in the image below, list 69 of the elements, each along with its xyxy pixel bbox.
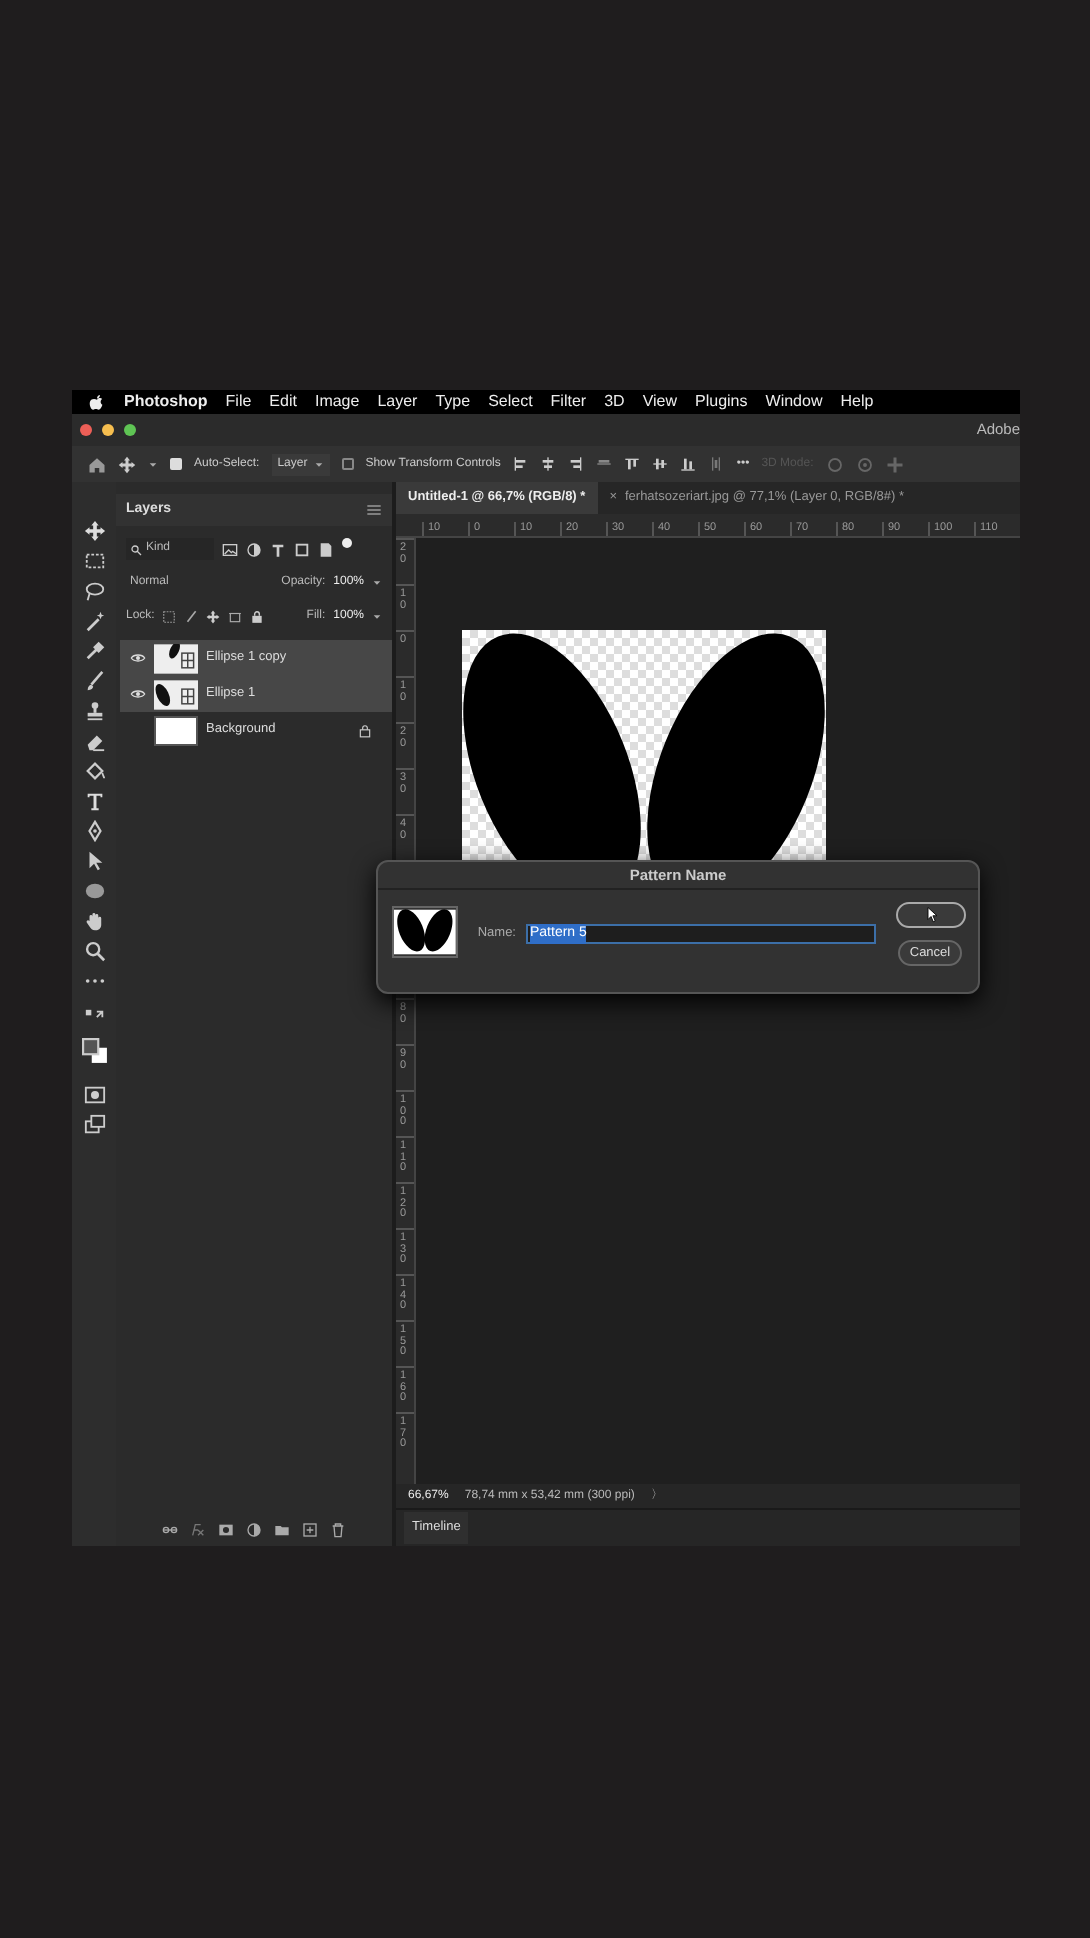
folder-icon[interactable] — [274, 1522, 290, 1538]
menu-item[interactable]: Edit — [269, 390, 297, 414]
new-layer-icon[interactable] — [302, 1522, 318, 1538]
color-swatches-icon[interactable] — [81, 1038, 107, 1064]
menu-icon[interactable] — [366, 502, 382, 518]
eye-icon[interactable] — [130, 650, 146, 666]
align-icon[interactable] — [680, 456, 697, 472]
image-icon[interactable] — [222, 541, 238, 557]
align-icon[interactable] — [624, 456, 641, 472]
zoom-icon[interactable] — [83, 940, 105, 962]
hand-icon[interactable] — [83, 910, 105, 932]
document-icon[interactable] — [318, 541, 334, 557]
effects-icon[interactable] — [190, 1522, 206, 1538]
ellipse-icon[interactable] — [83, 880, 105, 902]
eyedropper-icon[interactable] — [83, 640, 105, 662]
align-icon[interactable] — [540, 456, 557, 472]
caret-icon — [313, 459, 324, 469]
menu-item[interactable]: Photoshop — [124, 390, 208, 414]
menu-item[interactable]: Image — [314, 390, 360, 414]
lock-pixels-icon[interactable] — [162, 610, 177, 624]
paint-bucket-icon[interactable] — [83, 760, 105, 782]
checkbox[interactable] — [341, 458, 354, 470]
circle-half-icon[interactable] — [246, 541, 262, 557]
marquee-icon[interactable] — [83, 550, 105, 572]
move-icon[interactable] — [206, 610, 221, 624]
brush-icon[interactable] — [83, 670, 105, 692]
menu-item[interactable]: View — [642, 390, 678, 414]
adjustment-icon[interactable] — [246, 1522, 262, 1538]
caret-icon[interactable] — [372, 578, 382, 588]
type-icon[interactable] — [270, 541, 286, 557]
menu-item[interactable]: File — [225, 390, 252, 414]
align-icon[interactable] — [568, 456, 585, 472]
move-icon[interactable] — [118, 455, 136, 473]
brush-icon[interactable] — [184, 610, 199, 624]
menu-item[interactable]: Layer — [377, 390, 418, 414]
artboard-icon[interactable] — [228, 610, 243, 624]
menu-item[interactable]: Window — [765, 390, 823, 414]
menu-item[interactable]: Filter — [550, 390, 587, 414]
mask-icon[interactable] — [218, 1522, 234, 1538]
quick-mask-icon[interactable] — [83, 1084, 105, 1106]
eraser-icon[interactable] — [83, 730, 105, 752]
menu-item[interactable]: Plugins — [695, 390, 748, 414]
home-icon[interactable] — [88, 455, 106, 473]
pattern-thumbnail — [392, 906, 458, 958]
eye-icon[interactable] — [130, 686, 146, 702]
move-icon[interactable] — [83, 520, 105, 542]
menu-item[interactable]: 3D — [604, 390, 625, 414]
align-icon[interactable] — [512, 456, 529, 472]
ok-button[interactable] — [896, 902, 966, 928]
menu-item[interactable]: Help — [840, 390, 874, 414]
search-icon — [130, 543, 142, 555]
link-icon[interactable] — [162, 1522, 178, 1538]
caret-icon[interactable] — [372, 612, 382, 622]
menu-item[interactable]: Select — [488, 390, 533, 414]
filter-toggle[interactable] — [342, 538, 352, 548]
trash-icon[interactable] — [330, 1522, 346, 1538]
pen-icon[interactable] — [83, 820, 105, 842]
lock-icon[interactable] — [250, 610, 265, 624]
menu-item[interactable]: Type — [435, 390, 471, 414]
apple-logo-icon — [88, 393, 106, 411]
lasso-icon[interactable] — [83, 580, 105, 602]
cursor-icon — [922, 906, 940, 924]
stamp-icon[interactable] — [83, 700, 105, 722]
magic-wand-icon[interactable] — [83, 610, 105, 632]
crop-icon[interactable] — [294, 541, 310, 557]
type-icon[interactable] — [83, 790, 105, 812]
align-icon[interactable] — [652, 456, 669, 472]
caret-icon[interactable] — [148, 459, 158, 469]
screen-mode-icon[interactable] — [83, 1114, 105, 1136]
